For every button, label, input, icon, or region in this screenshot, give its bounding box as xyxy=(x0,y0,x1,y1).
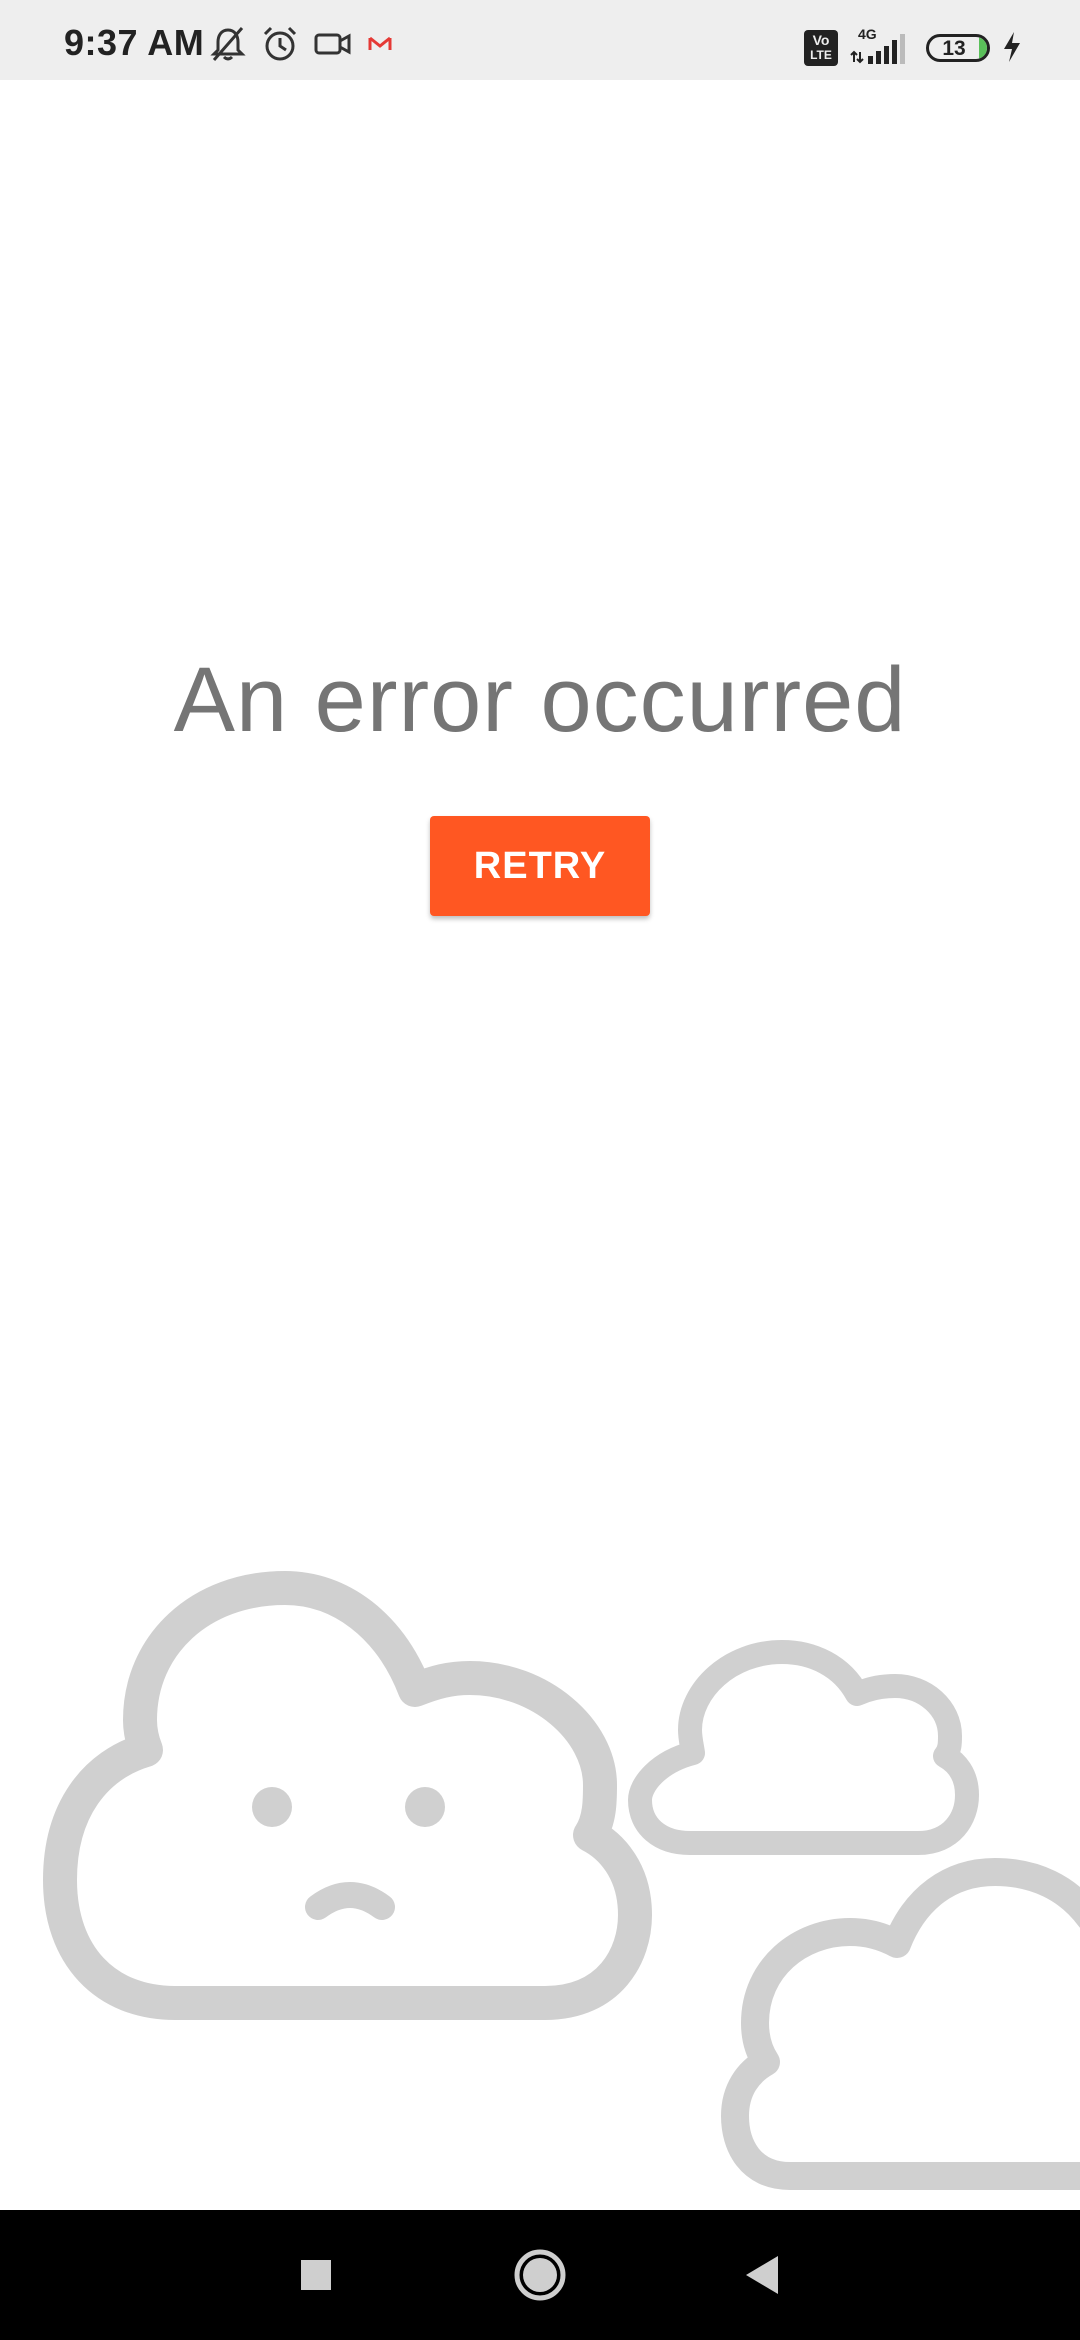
error-screen: 9:37 AM Vo LTE 4G 13 An error occurred R… xyxy=(0,0,1080,2340)
partial-cloud-icon xyxy=(721,1858,1080,2190)
sad-face xyxy=(252,1787,445,1920)
charging-icon xyxy=(1000,30,1024,66)
navigation-bar xyxy=(0,2210,1080,2340)
small-cloud-icon xyxy=(628,1640,979,1855)
alarm-icon xyxy=(260,24,300,61)
muted-bell-icon xyxy=(208,24,248,61)
retry-button[interactable]: RETRY xyxy=(430,816,650,916)
volte-label-top: Vo xyxy=(812,32,830,48)
volte-label-bottom: LTE xyxy=(810,48,832,62)
battery-fill xyxy=(979,37,987,59)
home-circle-icon[interactable] xyxy=(508,2243,572,2307)
signal-4g-icon: 4G xyxy=(850,26,910,66)
back-triangle-icon[interactable] xyxy=(730,2243,794,2307)
left-eye-icon xyxy=(252,1787,292,1827)
status-bar: 9:37 AM Vo LTE 4G 13 xyxy=(0,0,1080,80)
right-eye-icon xyxy=(405,1787,445,1827)
sad-cloud-icon xyxy=(43,1571,652,2020)
cloud-illustration xyxy=(43,1571,1080,2190)
recents-square-icon[interactable] xyxy=(284,2243,348,2307)
battery-icon: 13 xyxy=(926,34,990,62)
battery-level: 13 xyxy=(942,37,966,60)
status-time: 9:37 AM xyxy=(64,22,205,63)
gmail-icon xyxy=(368,24,392,60)
error-message: An error occurred xyxy=(173,649,907,751)
frown-icon xyxy=(305,1882,395,1920)
volte-icon: Vo LTE xyxy=(804,30,838,66)
video-camera-icon xyxy=(312,24,354,60)
